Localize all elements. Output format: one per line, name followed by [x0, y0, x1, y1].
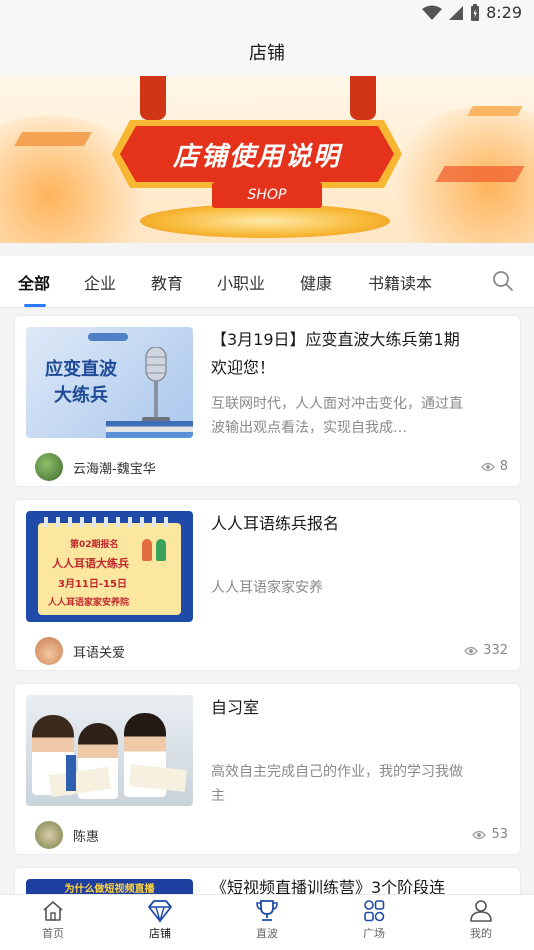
tabbar-label: 我的 — [470, 927, 492, 940]
tabbar-label: 店铺 — [149, 927, 171, 940]
avatar — [35, 821, 63, 849]
thumb-line: 第02期报名 — [70, 540, 119, 550]
wifi-icon — [422, 5, 443, 20]
microphone-icon — [142, 347, 170, 423]
bottom-tab-bar: 首页 店铺 直波 广场 我的 — [0, 894, 534, 950]
home-icon — [43, 901, 63, 921]
thumb-books — [106, 421, 193, 438]
page-title: 店铺 — [249, 43, 285, 64]
thumb-rings — [44, 517, 174, 527]
avatar — [35, 453, 63, 481]
card-title: 人人耳语练兵报名 — [211, 514, 340, 533]
tab-books[interactable]: 书籍读本 — [368, 270, 432, 294]
thumb-logo — [88, 333, 128, 341]
thumb-line: 人人耳语家家安养院 — [48, 598, 130, 608]
tabbar-mine[interactable]: 我的 — [446, 899, 516, 941]
thumb-text: 为什么做短视频直播 — [64, 884, 155, 895]
card-thumbnail: 应变直波 大练兵 — [26, 327, 193, 438]
banner-stage — [140, 204, 390, 238]
tab-enterprise[interactable]: 企业 — [84, 270, 116, 294]
author-name: 耳语关爱 — [73, 645, 126, 661]
tabbar-live[interactable]: 直波 — [232, 899, 302, 941]
author-name: 陈惠 — [73, 829, 100, 845]
tab-health[interactable]: 健康 — [300, 270, 332, 294]
view-count: 8 — [480, 459, 508, 474]
app-bar: 店铺 — [0, 28, 534, 76]
shop-card[interactable]: 自习室 高效自主完成自己的作业，我的学习我做主 陈惠 53 — [14, 683, 521, 855]
card-author[interactable]: 陈惠 — [35, 821, 99, 849]
tabbar-label: 广场 — [363, 927, 385, 940]
status-icons: 8:29 — [422, 3, 522, 22]
eye-icon — [480, 462, 495, 471]
category-tabs: 全部 企业 教育 小职业 健康 书籍读本 — [0, 256, 534, 308]
eye-icon — [464, 646, 479, 655]
thumb-line: 3月11日-15日 — [58, 579, 127, 590]
shop-card[interactable]: 第02期报名 人人耳语大练兵 3月11日-15日 人人耳语家家安养院 人人耳语练… — [14, 499, 521, 671]
card-description: 人人耳语家家安养 — [211, 580, 323, 596]
card-description: 高效自主完成自己的作业，我的学习我做主 — [211, 764, 463, 804]
thumb-bag — [66, 755, 76, 791]
thumb-figure — [142, 539, 152, 561]
profile-icon — [470, 900, 492, 922]
diamond-icon — [148, 900, 172, 923]
banner-sign-text: 店铺使用说明 — [112, 116, 402, 192]
eye-icon — [472, 830, 487, 839]
banner-hook — [140, 76, 166, 120]
search-icon[interactable] — [492, 270, 514, 292]
shop-card[interactable]: 应变直波 大练兵 【3月19日】应变直波大练兵第1期欢迎您！ 互联网时代，人人面… — [14, 315, 521, 487]
card-title: 自习室 — [211, 698, 260, 717]
view-count-value: 332 — [483, 643, 508, 658]
tab-all[interactable]: 全部 — [18, 270, 50, 294]
tab-education[interactable]: 教育 — [151, 270, 183, 294]
card-title: 【3月19日】应变直波大练兵第1期欢迎您！ — [211, 330, 460, 377]
banner-stripe — [13, 132, 93, 146]
status-bar: 8:29 — [0, 0, 534, 28]
view-count-value: 53 — [491, 827, 508, 842]
grid-icon — [364, 900, 385, 922]
thumb-calendar: 第02期报名 人人耳语大练兵 3月11日-15日 人人耳语家家安养院 — [38, 523, 181, 615]
card-thumbnail: 第02期报名 人人耳语大练兵 3月11日-15日 人人耳语家家安养院 — [26, 511, 193, 622]
trophy-icon — [256, 900, 278, 921]
signal-icon — [449, 5, 464, 20]
banner-title: 店铺使用说明 — [172, 142, 341, 172]
shop-banner[interactable]: 店铺使用说明 SHOP — [0, 76, 534, 243]
banner-stripe — [467, 106, 523, 116]
tab-small-career[interactable]: 小职业 — [217, 270, 265, 294]
status-time: 8:29 — [486, 3, 522, 22]
avatar — [35, 637, 63, 665]
banner-subtitle: SHOP — [247, 187, 287, 203]
tabbar-label: 直波 — [256, 927, 278, 940]
thumb-text: 应变直波 大练兵 — [45, 359, 117, 406]
card-thumbnail — [26, 695, 193, 806]
card-description: 互联网时代，人人面对冲击变化，通过直波输出观点看法，实现自我成… — [211, 396, 463, 436]
card-author[interactable]: 云海潮-魏宝华 — [35, 453, 156, 481]
view-count: 332 — [464, 643, 508, 658]
tabbar-shop[interactable]: 店铺 — [125, 899, 195, 941]
banner-stripe — [435, 166, 525, 182]
card-author[interactable]: 耳语关爱 — [35, 637, 125, 665]
thumb-figure — [156, 539, 166, 561]
tabbar-home[interactable]: 首页 — [18, 899, 88, 941]
tab-active-indicator — [24, 304, 46, 307]
tabbar-label: 首页 — [42, 927, 64, 940]
author-name: 云海潮-魏宝华 — [73, 461, 156, 477]
tabbar-square[interactable]: 广场 — [339, 899, 409, 941]
view-count-value: 8 — [499, 459, 508, 474]
thumb-line: 人人耳语大练兵 — [52, 557, 129, 570]
banner-hook — [350, 76, 376, 120]
view-count: 53 — [472, 827, 508, 842]
battery-icon — [471, 3, 480, 21]
